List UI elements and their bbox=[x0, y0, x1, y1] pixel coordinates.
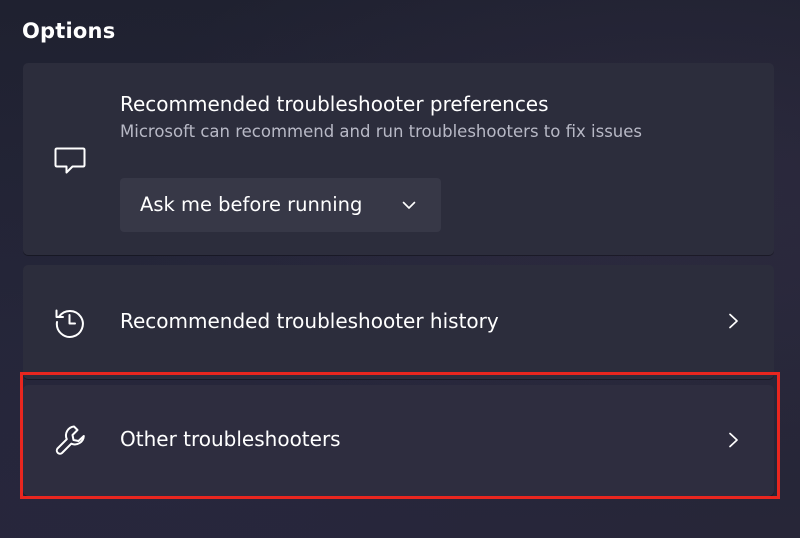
chevron-right-icon bbox=[723, 311, 743, 331]
other-troubleshooters-row[interactable]: Other troubleshooters bbox=[23, 385, 774, 496]
message-icon bbox=[53, 143, 87, 177]
section-title: Options bbox=[22, 19, 116, 43]
history-icon bbox=[53, 305, 87, 339]
troubleshooter-history-row[interactable]: Recommended troubleshooter history bbox=[23, 265, 774, 379]
troubleshooter-preferences-card: Recommended troubleshooter preferences M… bbox=[23, 63, 774, 255]
chevron-down-icon bbox=[401, 197, 417, 213]
preferences-description: Microsoft can recommend and run troubles… bbox=[120, 122, 642, 141]
wrench-icon bbox=[53, 423, 87, 457]
preferences-title: Recommended troubleshooter preferences bbox=[120, 92, 549, 116]
history-label: Recommended troubleshooter history bbox=[120, 309, 499, 333]
chevron-right-icon bbox=[723, 430, 743, 450]
dropdown-selected-value: Ask me before running bbox=[140, 193, 363, 216]
troubleshooter-preference-dropdown[interactable]: Ask me before running bbox=[120, 178, 441, 232]
other-troubleshooters-label: Other troubleshooters bbox=[120, 427, 341, 451]
